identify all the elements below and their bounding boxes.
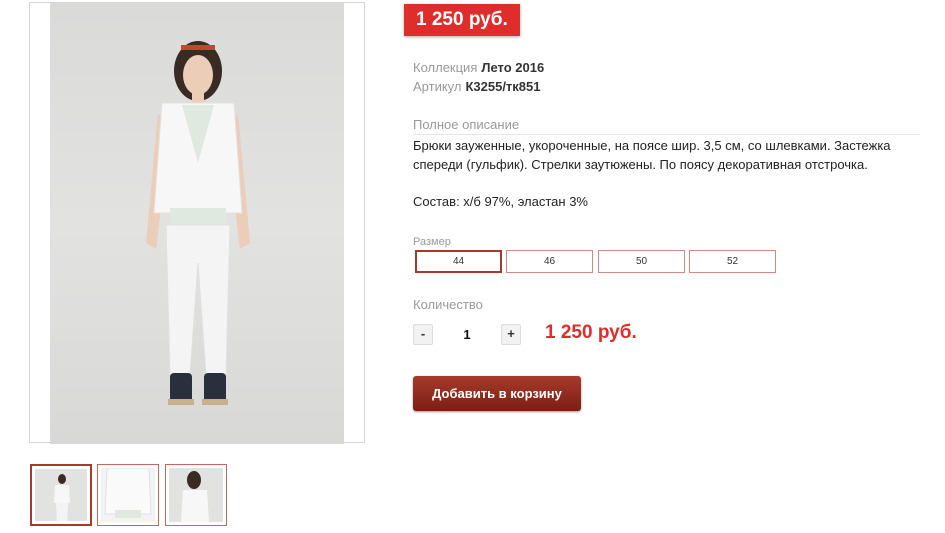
collection-value: Лето 2016 bbox=[481, 60, 545, 75]
price-badge: 1 250 руб. bbox=[404, 4, 520, 36]
model-figure-illustration bbox=[146, 41, 250, 405]
collection-label: Коллекция bbox=[413, 60, 478, 75]
description-label: Полное описание bbox=[413, 117, 920, 135]
quantity-input[interactable] bbox=[443, 324, 491, 345]
quantity-label: Количество bbox=[413, 297, 483, 312]
main-product-image[interactable] bbox=[29, 2, 365, 444]
quantity-decrease-button[interactable]: - bbox=[413, 324, 433, 345]
thumbnail-3[interactable] bbox=[165, 464, 227, 526]
composition-text: Состав: х/б 97%, эластан 3% bbox=[413, 194, 588, 209]
article-row: Артикул К3255/тк851 bbox=[413, 79, 541, 94]
total-price: 1 250 руб. bbox=[545, 322, 637, 343]
description-text: Брюки зауженные, укороченные, на поясе ш… bbox=[413, 138, 891, 172]
quantity-increase-button[interactable]: + bbox=[501, 324, 521, 345]
thumbnail-1[interactable] bbox=[30, 464, 92, 526]
article-value: К3255/тк851 bbox=[465, 79, 541, 94]
size-option-52[interactable]: 52 bbox=[689, 250, 776, 273]
article-label: Артикул bbox=[413, 79, 462, 94]
collection-row: Коллекция Лето 2016 bbox=[413, 60, 544, 75]
size-label: Размер bbox=[413, 236, 451, 248]
product-photo bbox=[50, 3, 344, 444]
size-option-44[interactable]: 44 bbox=[415, 250, 502, 273]
size-option-46[interactable]: 46 bbox=[506, 250, 593, 273]
size-option-50[interactable]: 50 bbox=[598, 250, 685, 273]
thumbnail-2[interactable] bbox=[97, 464, 159, 526]
add-to-cart-button[interactable]: Добавить в корзину bbox=[413, 376, 581, 411]
